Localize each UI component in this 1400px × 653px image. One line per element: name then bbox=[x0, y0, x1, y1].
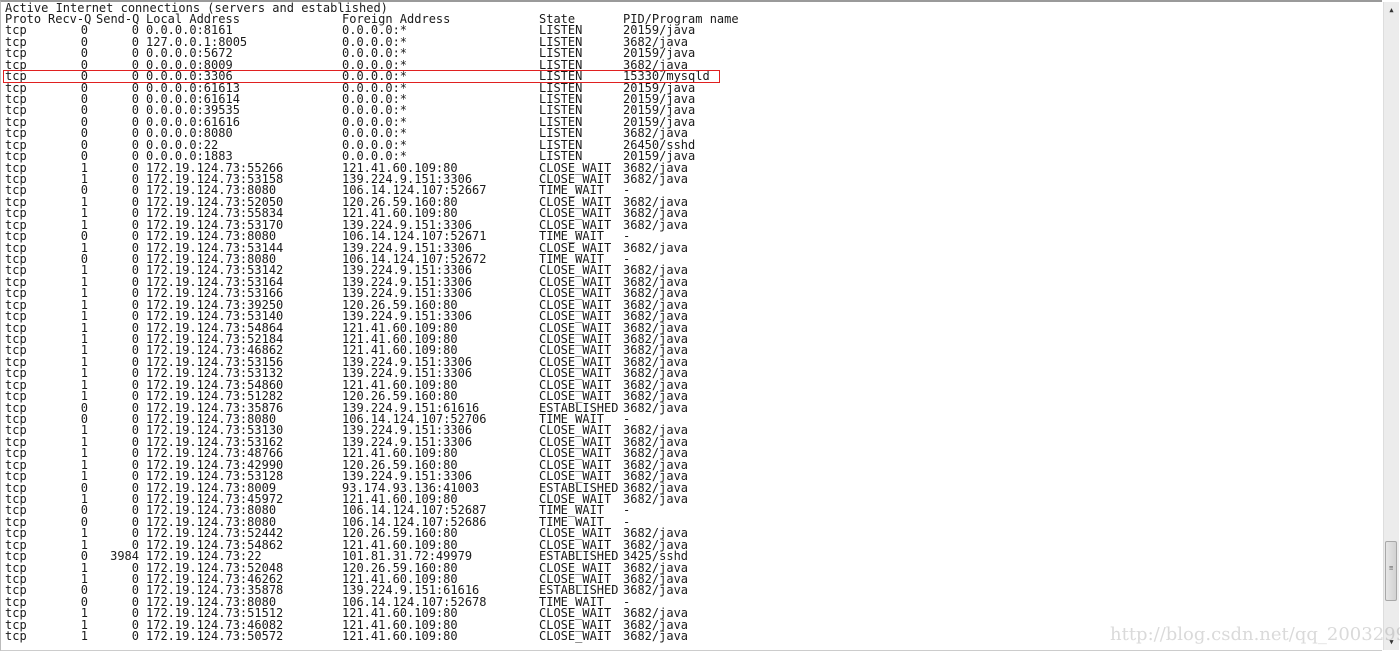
cell-pid-program: 3682/java bbox=[623, 583, 689, 598]
cell-pid-program: 3682/java bbox=[623, 400, 689, 415]
cell-pid-program: 3682/java bbox=[623, 629, 689, 644]
cell-pid-program: 3682/java bbox=[623, 240, 689, 255]
scroll-up-arrow-icon[interactable]: ▲ bbox=[1385, 4, 1398, 16]
vertical-scrollbar[interactable]: ▲ ≡ ▼ bbox=[1383, 2, 1399, 650]
cell-pid-program: 3682/java bbox=[623, 217, 689, 232]
cell-local-address: 172.19.124.73:50572 bbox=[146, 629, 284, 644]
grip-icon: ≡ bbox=[1389, 564, 1394, 572]
cell-pid-program: 3682/java bbox=[623, 171, 689, 186]
scrollbar-thumb[interactable]: ≡ bbox=[1385, 541, 1397, 601]
cell-pid-program: 3682/java bbox=[623, 491, 689, 506]
terminal-output: Active Internet connections (servers and… bbox=[0, 0, 1382, 651]
mysql-row-highlight-box bbox=[3, 70, 720, 84]
cell-foreign-address: 121.41.60.109:80 bbox=[342, 629, 458, 644]
watermark: http://blog.csdn.net/qq_20032995 bbox=[1110, 624, 1400, 645]
cell-send-q: 0 bbox=[131, 629, 139, 644]
cell-state: CLOSE_WAIT bbox=[539, 629, 612, 644]
